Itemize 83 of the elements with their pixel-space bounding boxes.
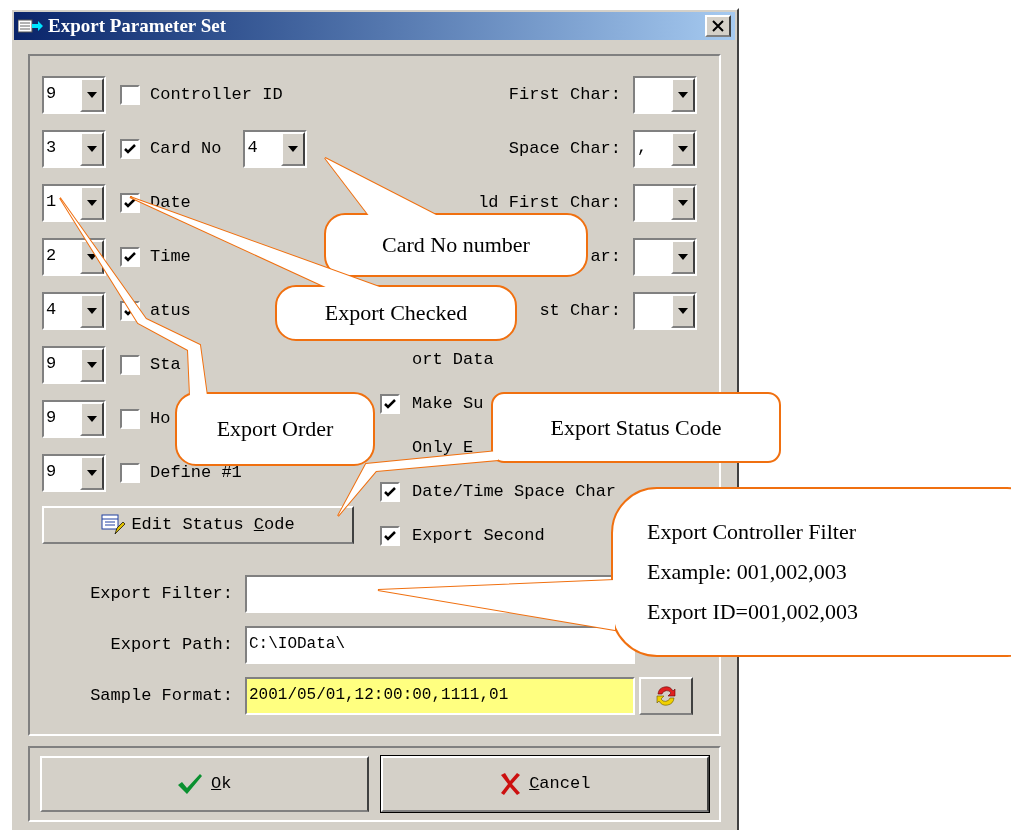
checkbox[interactable] <box>120 193 140 213</box>
checkbox[interactable] <box>380 482 400 502</box>
separator-label: ar: <box>590 246 621 269</box>
field-label: Controller ID <box>150 84 283 107</box>
input-label: Sample Format: <box>89 684 234 707</box>
dropdown-arrow-icon <box>678 92 688 98</box>
dropdown-arrow-icon <box>87 146 97 152</box>
char-dropdown[interactable]: , <box>633 130 697 168</box>
close-icon <box>712 20 724 32</box>
checkbox[interactable] <box>380 526 400 546</box>
checkmark-icon <box>384 530 396 542</box>
callout-text: Card No number <box>382 232 530 258</box>
order-dropdown[interactable]: 9 <box>42 454 106 492</box>
char-dropdown[interactable] <box>633 238 697 276</box>
separator-label: First Char: <box>508 84 621 107</box>
field-label: Time <box>150 246 191 269</box>
dropdown-arrow-icon <box>87 362 97 368</box>
length-dropdown[interactable]: 4 <box>243 130 308 168</box>
input-label: Export Path: <box>109 633 234 656</box>
field-label: atus <box>150 300 191 323</box>
option-label: ort Data <box>412 349 494 372</box>
checkbox[interactable] <box>380 394 400 414</box>
callout-text: Export Controller Filter <box>647 519 856 545</box>
edit-status-code-button[interactable]: Edit Status Code <box>42 506 354 544</box>
cross-icon <box>499 772 522 796</box>
dropdown-arrow-icon <box>678 200 688 206</box>
window-title: Export Parameter Set <box>48 13 226 38</box>
order-dropdown[interactable]: 9 <box>42 400 106 438</box>
separator-label: ld First Char: <box>478 192 621 215</box>
order-dropdown[interactable]: 1 <box>42 184 106 222</box>
checkmark-icon <box>384 398 396 410</box>
text-field[interactable]: C:\IOData\ <box>245 625 635 664</box>
field-label: Ho <box>150 408 171 431</box>
order-dropdown[interactable]: 9 <box>42 76 106 114</box>
callout-text: Example: 001,002,003 <box>647 559 847 585</box>
refresh-icon <box>655 683 677 708</box>
order-dropdown[interactable]: 4 <box>42 292 106 330</box>
checkbox[interactable] <box>120 355 140 375</box>
order-dropdown[interactable]: 9 <box>42 346 106 384</box>
dropdown-arrow-icon <box>87 470 97 476</box>
order-dropdown[interactable]: 3 <box>42 130 106 168</box>
option-label: Only E <box>412 437 474 460</box>
dropdown-arrow-icon <box>678 308 688 314</box>
refresh-button[interactable] <box>639 676 693 715</box>
separator-label: st Char: <box>539 300 621 323</box>
callout-text: Export Checked <box>324 300 468 326</box>
char-dropdown[interactable] <box>633 292 697 330</box>
callout-text: Export Status Code <box>550 414 722 441</box>
cancel-button[interactable]: Cancel <box>380 756 709 812</box>
checkmark-icon <box>124 143 136 155</box>
dropdown-arrow-icon <box>87 200 97 206</box>
dropdown-arrow-icon <box>678 254 688 260</box>
field-label: Sta <box>150 354 181 377</box>
field-label: Define #1 <box>150 462 242 485</box>
checkbox[interactable] <box>120 139 140 159</box>
field-label: Card No <box>150 138 222 161</box>
dropdown-arrow-icon <box>87 308 97 314</box>
checkbox[interactable] <box>120 247 140 267</box>
order-dropdown[interactable]: 2 <box>42 238 106 276</box>
checkbox[interactable] <box>120 409 140 429</box>
option-label: Make Su <box>412 393 484 416</box>
callout-text: Export ID=001,002,003 <box>647 599 858 625</box>
text-field[interactable]: 2001/05/01,12:00:00,1111,01 <box>245 676 635 715</box>
close-button[interactable] <box>705 15 731 37</box>
checkmark-icon <box>384 486 396 498</box>
checkmark-icon <box>177 773 204 795</box>
export-icon <box>18 19 44 33</box>
checkmark-icon <box>124 251 136 263</box>
separator-label: Space Char: <box>508 138 621 161</box>
char-dropdown[interactable] <box>633 184 697 222</box>
char-dropdown[interactable] <box>633 76 697 114</box>
callout-text: Export Order <box>216 416 334 442</box>
dropdown-arrow-icon <box>87 92 97 98</box>
checkbox[interactable] <box>120 85 140 105</box>
ok-button[interactable]: Ok <box>40 756 369 812</box>
option-label: Export Second <box>412 525 545 548</box>
dropdown-arrow-icon <box>678 146 688 152</box>
input-label: Export Filter: <box>89 582 234 605</box>
checkbox[interactable] <box>120 463 140 483</box>
dropdown-arrow-icon <box>87 416 97 422</box>
option-label: Date/Time Space Char <box>412 481 617 504</box>
edit-list-icon <box>101 514 126 536</box>
dropdown-arrow-icon <box>288 146 299 152</box>
